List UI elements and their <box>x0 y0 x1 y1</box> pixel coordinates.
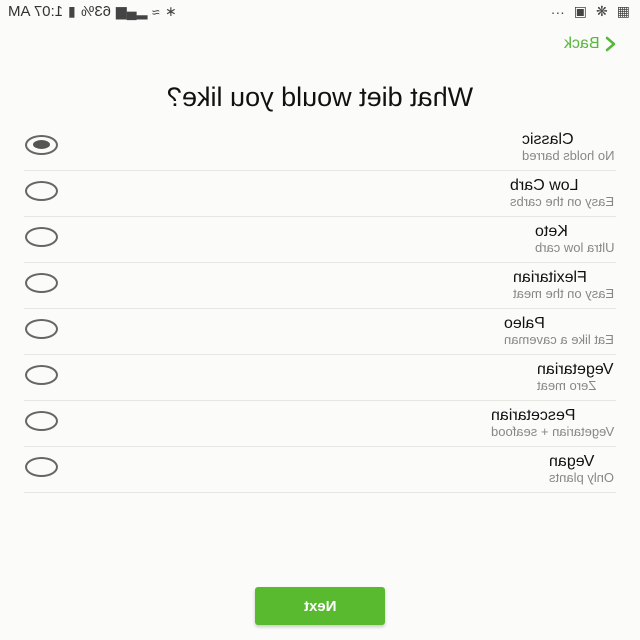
diet-option-low-carb[interactable]: Low Carb Easy on the carbs <box>24 171 616 217</box>
option-desc: Only plants <box>548 470 614 485</box>
next-label: Next <box>303 597 337 615</box>
radio-button[interactable] <box>25 273 58 293</box>
back-label: Back <box>564 35 600 52</box>
option-text: Keto Ultra low carb <box>535 223 614 255</box>
battery-percent: 63% <box>80 3 111 20</box>
gallery-icon: ▦ <box>616 3 630 19</box>
page-title: What diet would you like? <box>0 82 640 113</box>
diet-option-flexitarian[interactable]: Flexitarian Easy on the meat <box>24 263 616 309</box>
diet-option-vegan[interactable]: Vegan Only plants <box>24 447 616 493</box>
option-text: Paleo Eat like a caveman <box>504 315 614 347</box>
diet-option-classic[interactable]: Classic No holds barred <box>24 125 616 171</box>
option-text: Low Carb Easy on the carbs <box>510 177 614 209</box>
status-bar: 1:07 AM ▮ 63% ▂▄▆ ≈ ∗ ··· ▣ ❋ ▦ <box>0 0 640 26</box>
diet-options-list: Classic No holds barred Low Carb Easy on… <box>24 125 616 493</box>
radio-button[interactable] <box>25 227 58 247</box>
radio-button[interactable] <box>25 365 58 385</box>
status-left: 1:07 AM ▮ 63% ▂▄▆ ≈ ∗ <box>8 3 177 20</box>
option-desc: Eat like a caveman <box>504 332 614 347</box>
wifi-icon: ≈ <box>152 3 160 20</box>
option-desc: Vegetarian + seafood <box>490 424 614 439</box>
radio-button[interactable] <box>25 181 58 201</box>
more-icon: ··· <box>550 3 565 20</box>
option-desc: Easy on the carbs <box>509 194 614 209</box>
option-text: Pescetarian Vegetarian + seafood <box>491 407 614 439</box>
signal-icon: ▂▄▆ <box>115 3 148 19</box>
option-text: Flexitarian Easy on the meat <box>513 269 614 301</box>
option-name: Classic <box>521 131 574 148</box>
diet-option-keto[interactable]: Keto Ultra low carb <box>24 217 616 263</box>
option-desc: Easy on the meat <box>512 286 614 301</box>
option-desc: Zero meat <box>537 378 597 393</box>
option-name: Vegan <box>548 453 595 470</box>
bluetooth-icon: ∗ <box>164 3 177 19</box>
photo-icon: ▣ <box>573 3 588 19</box>
option-text: Vegan Only plants <box>549 453 614 485</box>
radio-button[interactable] <box>25 457 58 477</box>
time-text: 1:07 AM <box>8 3 64 20</box>
battery-icon: ▮ <box>68 3 76 19</box>
option-name: Paleo <box>504 315 546 332</box>
diet-option-paleo[interactable]: Paleo Eat like a caveman <box>24 309 616 355</box>
page-title-text: What diet would you like? <box>166 82 474 112</box>
option-desc: No holds barred <box>521 148 615 163</box>
radio-button[interactable] <box>25 319 58 339</box>
radio-button[interactable] <box>25 411 58 431</box>
next-button[interactable]: Next <box>255 587 385 625</box>
diet-option-vegetarian[interactable]: Vegetarian Zero meat <box>24 355 616 401</box>
option-text: Vegetarian Zero meat <box>537 361 614 393</box>
diet-selection-screen: 1:07 AM ▮ 63% ▂▄▆ ≈ ∗ ··· ▣ ❋ ▦ Back Wha… <box>0 0 640 640</box>
option-name: Low Carb <box>509 177 579 194</box>
option-name: Flexitarian <box>512 269 587 286</box>
diet-option-pescetarian[interactable]: Pescetarian Vegetarian + seafood <box>24 401 616 447</box>
fan-icon: ❋ <box>596 3 608 19</box>
option-name: Keto <box>534 223 568 240</box>
option-desc: Ultra low carb <box>534 240 614 255</box>
option-name: Vegetarian <box>537 361 614 378</box>
back-button[interactable]: Back <box>564 35 616 53</box>
chevron-left-icon <box>605 36 616 52</box>
option-name: Pescetarian <box>490 407 576 424</box>
option-text: Classic No holds barred <box>522 131 615 163</box>
status-right: ··· ▣ ❋ ▦ <box>551 3 630 20</box>
radio-button[interactable] <box>25 135 58 155</box>
